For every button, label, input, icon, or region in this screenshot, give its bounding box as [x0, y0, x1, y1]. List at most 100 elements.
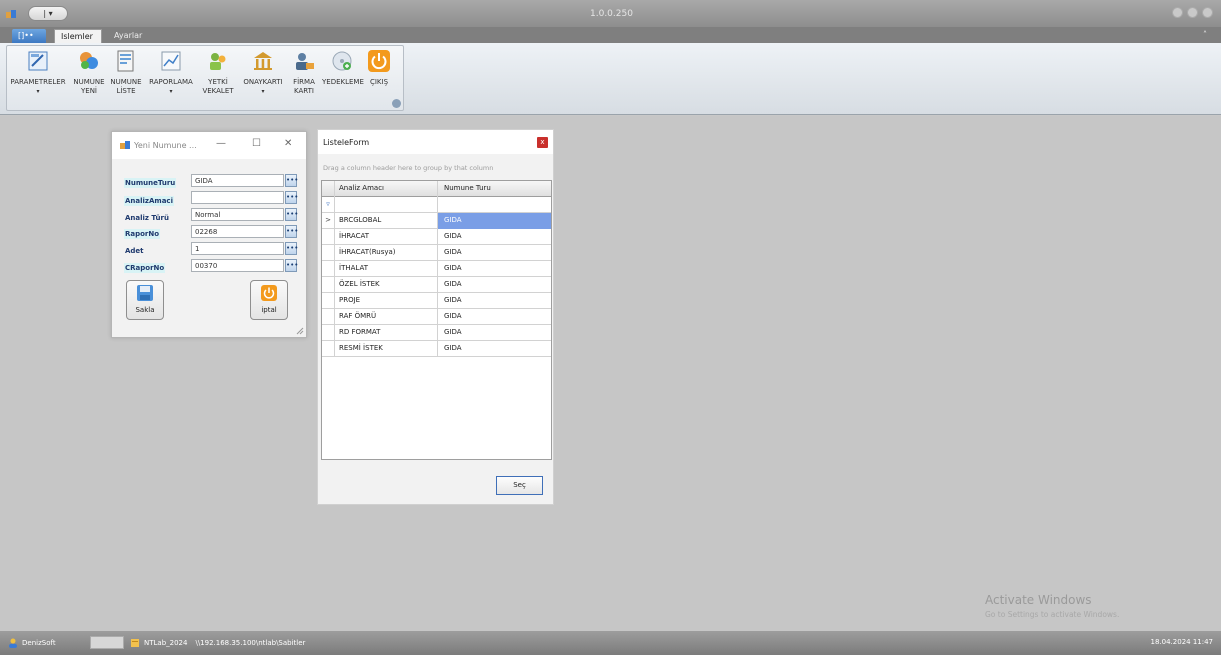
dialog-close-button[interactable]: ✕	[284, 138, 292, 149]
cancel-button[interactable]: iptal	[250, 280, 288, 320]
numune-liste-button[interactable]: NUMUNE LİSTE	[108, 49, 144, 107]
raporlama-button[interactable]: RAPORLAMA ▾	[147, 49, 195, 107]
grid-filter-row: ▿	[322, 197, 551, 213]
column-header-numune-turu[interactable]: Numune Turu	[438, 181, 551, 197]
dialog-minimize-button[interactable]: —	[216, 138, 226, 149]
dialog-maximize-button[interactable]: ☐	[252, 138, 261, 149]
table-row[interactable]: RESMİ İSTEK GIDA	[322, 341, 551, 357]
parametreler-button[interactable]: PARAMETRELER ▾	[7, 49, 69, 107]
cell-numune-turu[interactable]: GIDA	[438, 325, 551, 341]
form-icon	[120, 141, 130, 149]
list-form-close-button[interactable]: x	[537, 137, 548, 148]
tab-ayarlar[interactable]: Ayarlar	[108, 29, 148, 43]
cell-numune-turu[interactable]: GIDA	[438, 293, 551, 309]
list-form-titlebar[interactable]: ListeleForm x	[318, 130, 553, 154]
c-rapor-no-lookup-button[interactable]: •••	[285, 259, 298, 272]
group-by-hint[interactable]: Drag a column header here to group by th…	[323, 164, 493, 172]
table-row[interactable]: ÖZEL İSTEK GIDA	[322, 277, 551, 293]
minimize-window-button[interactable]	[1172, 7, 1183, 18]
c-rapor-no-field[interactable]: 00370	[191, 259, 284, 272]
save-icon	[137, 285, 153, 301]
group-options-launcher[interactable]	[392, 99, 401, 108]
tab-islemler[interactable]: Islemler	[54, 29, 102, 43]
filter-cell-numune-turu[interactable]	[438, 197, 551, 213]
maximize-window-button[interactable]	[1187, 7, 1198, 18]
numune-turu-field[interactable]: GIDA	[191, 174, 284, 187]
rapor-no-lookup-button[interactable]: •••	[285, 225, 298, 238]
cell-analiz-amaci[interactable]: RD FORMAT	[335, 325, 438, 341]
cell-analiz-amaci[interactable]: PROJE	[335, 293, 438, 309]
analysis-grid: Analiz Amacı Numune Turu ▿ > BRCGLOBAL GID…	[321, 180, 552, 460]
yetki-vekalet-label-1: YETKİ	[208, 78, 228, 86]
table-row[interactable]: > BRCGLOBAL GIDA	[322, 213, 551, 229]
cell-analiz-amaci[interactable]: BRCGLOBAL	[335, 213, 438, 229]
firma-karti-button[interactable]: FİRMA KARTI	[288, 49, 320, 107]
numune-liste-label-2: LİSTE	[116, 87, 136, 95]
rapor-no-field[interactable]: 02268	[191, 225, 284, 238]
numune-turu-lookup-button[interactable]: •••	[285, 174, 298, 187]
filter-cell-analiz-amaci[interactable]	[335, 197, 438, 213]
save-button[interactable]: Sakla	[126, 280, 164, 320]
analiz-amaci-lookup-button[interactable]: •••	[285, 191, 298, 204]
table-row[interactable]: İTHALAT GIDA	[322, 261, 551, 277]
chevron-down-icon: ▾	[261, 88, 265, 95]
status-progress-box	[90, 636, 124, 649]
row-indicator	[322, 229, 335, 245]
analiz-turu-field[interactable]: Normal	[191, 208, 284, 221]
cell-analiz-amaci[interactable]: RAF ÖMRÜ	[335, 309, 438, 325]
cell-analiz-amaci[interactable]: RESMİ İSTEK	[335, 341, 438, 357]
authority-icon	[210, 53, 226, 70]
table-row[interactable]: RD FORMAT GIDA	[322, 325, 551, 341]
numune-yeni-label-1: NUMUNE	[73, 78, 105, 86]
analiz-amaci-field[interactable]	[191, 191, 284, 204]
cell-numune-turu[interactable]: GIDA	[438, 309, 551, 325]
new-sample-dialog-titlebar[interactable]: Yeni Numune ... — ☐ ✕	[112, 132, 306, 159]
yetki-vekalet-button[interactable]: YETKİ VEKALET	[198, 49, 238, 107]
filter-icon: ▿	[322, 197, 335, 213]
save-label: Sakla	[135, 306, 155, 314]
new-sample-dialog-title: Yeni Numune ...	[134, 141, 197, 150]
cell-analiz-amaci[interactable]: ÖZEL İSTEK	[335, 277, 438, 293]
cell-analiz-amaci[interactable]: İTHALAT	[335, 261, 438, 277]
adet-field[interactable]: 1	[191, 242, 284, 255]
close-window-button[interactable]	[1202, 7, 1213, 18]
cell-numune-turu[interactable]: GIDA	[438, 277, 551, 293]
cell-numune-turu[interactable]: GIDA	[438, 341, 551, 357]
onaykarti-button[interactable]: ONAYKARTI ▾	[239, 49, 287, 107]
row-indicator	[322, 277, 335, 293]
resize-grip-icon[interactable]	[296, 327, 304, 335]
status-user: DenizSoft	[8, 638, 56, 648]
parametreler-label: PARAMETRELER	[10, 78, 66, 86]
ribbon: PARAMETRELER ▾ NUMUNE YENİ NUMUNE LİSTE …	[0, 43, 1221, 115]
cell-numune-turu[interactable]: GIDA	[438, 229, 551, 245]
table-row[interactable]: RAF ÖMRÜ GIDA	[322, 309, 551, 325]
status-datetime: 18.04.2024 11:47	[1150, 638, 1213, 646]
analiz-turu-lookup-button[interactable]: •••	[285, 208, 298, 221]
cell-numune-turu[interactable]: GIDA	[438, 261, 551, 277]
list-form-title: ListeleForm	[323, 138, 370, 147]
cikis-button[interactable]: ÇIKIŞ	[365, 49, 393, 107]
window-controls	[1172, 7, 1213, 18]
row-indicator	[322, 341, 335, 357]
table-row[interactable]: İHRACAT GIDA	[322, 229, 551, 245]
adet-lookup-button[interactable]: •••	[285, 242, 298, 255]
cell-analiz-amaci[interactable]: İHRACAT(Rusya)	[335, 245, 438, 261]
column-header-analiz-amaci[interactable]: Analiz Amacı	[335, 181, 438, 197]
quick-access-toolbar[interactable]: | ▾	[28, 6, 68, 21]
cell-analiz-amaci[interactable]: İHRACAT	[335, 229, 438, 245]
cell-numune-turu[interactable]: GIDA	[438, 245, 551, 261]
yedekleme-button[interactable]: YEDEKLEME	[322, 49, 364, 107]
cell-numune-turu[interactable]: GIDA	[438, 213, 551, 229]
ribbon-tab-row: []•• Islemler Ayarlar ˄	[0, 27, 1221, 43]
app-icon	[6, 10, 16, 18]
tab-file-menu[interactable]: []••	[12, 29, 46, 43]
table-row[interactable]: İHRACAT(Rusya) GIDA	[322, 245, 551, 261]
select-button[interactable]: Seç	[496, 476, 543, 495]
cikis-label: ÇIKIŞ	[369, 78, 389, 86]
row-indicator	[322, 245, 335, 261]
ribbon-minimize-button[interactable]: ˄	[1203, 30, 1207, 39]
table-row[interactable]: PROJE GIDA	[322, 293, 551, 309]
new-sample-icon	[80, 52, 98, 69]
row-indicator: >	[322, 213, 335, 229]
numune-yeni-button[interactable]: NUMUNE YENİ	[71, 49, 107, 107]
